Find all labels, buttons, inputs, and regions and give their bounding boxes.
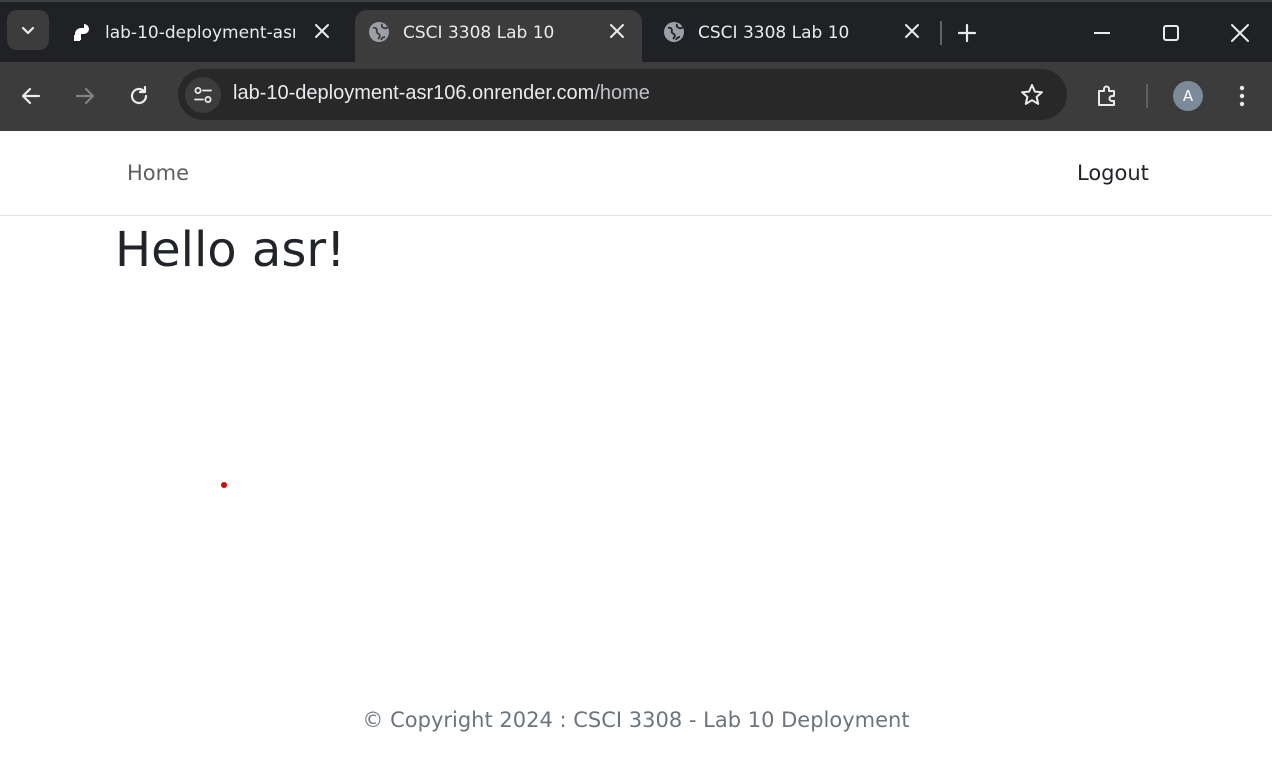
address-bar[interactable]: lab-10-deployment-asr106.onrender.com/ho… xyxy=(178,69,1067,120)
profile-avatar[interactable]: A xyxy=(1173,81,1203,111)
url-path: /home xyxy=(594,82,650,104)
new-tab-icon[interactable] xyxy=(955,21,979,45)
site-navbar: Home Logout xyxy=(0,131,1272,216)
tab-csci-lab[interactable]: CSCI 3308 Lab 10 xyxy=(650,10,935,64)
back-arrow-icon[interactable] xyxy=(18,83,44,109)
nav-home-link[interactable]: Home xyxy=(127,161,189,185)
tab-title: CSCI 3308 Lab 10 xyxy=(698,23,850,43)
close-tab-icon[interactable] xyxy=(313,22,331,40)
forward-arrow-icon[interactable] xyxy=(72,83,98,109)
tab-csci-lab-active[interactable]: CSCI 3308 Lab 10 xyxy=(355,10,642,64)
more-menu-icon[interactable] xyxy=(1229,83,1255,109)
close-tab-icon[interactable] xyxy=(903,22,921,40)
tab-title: lab-10-deployment-asr106 xyxy=(105,23,295,43)
url-host: lab-10-deployment-asr106.onrender.com xyxy=(233,82,595,104)
chevron-down-icon xyxy=(21,26,35,35)
bookmark-star-icon[interactable] xyxy=(1018,81,1046,109)
tune-icon xyxy=(194,87,212,103)
tab-title: CSCI 3308 Lab 10 xyxy=(403,23,555,43)
browser-toolbar: lab-10-deployment-asr106.onrender.com/ho… xyxy=(0,62,1272,131)
render-favicon-icon xyxy=(74,24,89,41)
pointer-indicator xyxy=(221,482,227,488)
toolbar-separator xyxy=(1146,84,1148,108)
page-greeting: Hello asr! xyxy=(115,222,346,278)
tab-strip: lab-10-deployment-asr106 CSCI 3308 Lab 1… xyxy=(0,0,1272,64)
minimize-icon[interactable] xyxy=(1091,22,1113,44)
reload-icon[interactable] xyxy=(126,83,152,109)
nav-logout-link[interactable]: Logout xyxy=(1077,161,1149,185)
maximize-icon[interactable] xyxy=(1160,22,1182,44)
tab-search-button[interactable] xyxy=(7,10,49,50)
page-footer: © Copyright 2024 : CSCI 3308 - Lab 10 De… xyxy=(362,708,910,732)
close-tab-icon[interactable] xyxy=(608,22,626,40)
globe-icon xyxy=(664,22,684,42)
tab-render-dashboard[interactable]: lab-10-deployment-asr106 xyxy=(57,10,347,64)
site-info-button[interactable] xyxy=(185,77,221,113)
tab-separator xyxy=(940,21,942,45)
url-text[interactable]: lab-10-deployment-asr106.onrender.com/ho… xyxy=(233,82,650,105)
close-window-icon[interactable] xyxy=(1229,22,1251,44)
globe-icon xyxy=(369,22,389,42)
extensions-puzzle-icon[interactable] xyxy=(1094,83,1120,109)
